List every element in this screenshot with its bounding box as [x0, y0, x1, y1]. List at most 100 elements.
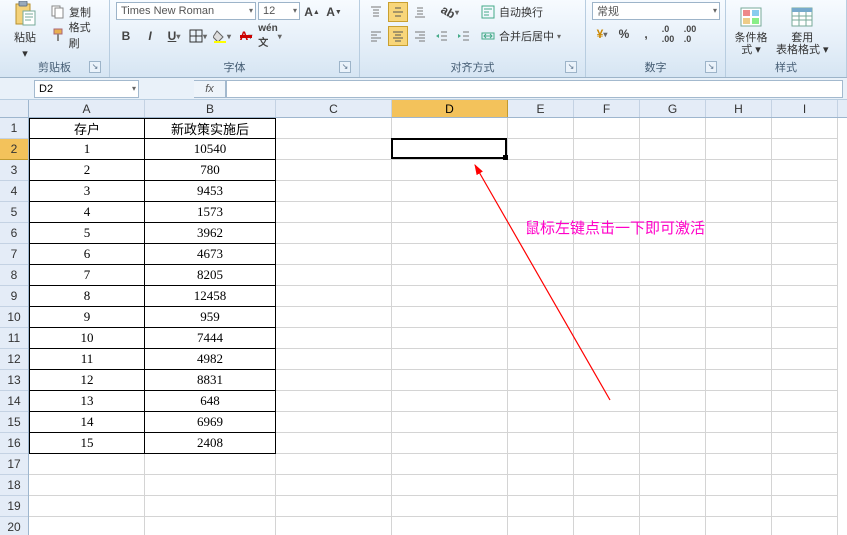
row-header-10[interactable]: 10 [0, 307, 28, 328]
cell[interactable] [574, 475, 640, 496]
cell[interactable] [392, 328, 508, 349]
cell[interactable]: 9 [29, 307, 145, 328]
cell[interactable] [508, 118, 574, 139]
decrease-indent-button[interactable] [432, 26, 452, 46]
cell[interactable] [640, 244, 706, 265]
cell[interactable] [706, 139, 772, 160]
cell[interactable] [772, 391, 838, 412]
wrap-text-button[interactable]: 自动换行 [478, 2, 563, 22]
cell[interactable] [706, 349, 772, 370]
cell[interactable] [508, 475, 574, 496]
cell[interactable]: 10540 [145, 139, 276, 160]
decrease-decimal-button[interactable]: .00.0 [680, 24, 700, 44]
cell[interactable]: 3962 [145, 223, 276, 244]
cell[interactable] [640, 118, 706, 139]
cell[interactable]: 6969 [145, 412, 276, 433]
cell[interactable] [772, 223, 838, 244]
row-header-17[interactable]: 17 [0, 454, 28, 475]
cell[interactable]: 7 [29, 265, 145, 286]
cell[interactable] [145, 454, 276, 475]
cell[interactable] [145, 517, 276, 535]
cell[interactable] [276, 118, 392, 139]
cell[interactable] [640, 517, 706, 535]
cell[interactable] [29, 475, 145, 496]
cell[interactable] [772, 433, 838, 454]
cell[interactable] [574, 370, 640, 391]
cell[interactable] [508, 160, 574, 181]
row-header-5[interactable]: 5 [0, 202, 28, 223]
cell[interactable] [640, 139, 706, 160]
cell[interactable] [706, 412, 772, 433]
cell[interactable] [706, 181, 772, 202]
dialog-launcher-icon[interactable]: ↘ [89, 61, 101, 73]
cell[interactable] [640, 160, 706, 181]
cell[interactable] [276, 202, 392, 223]
cell[interactable] [706, 517, 772, 535]
cell[interactable] [772, 160, 838, 181]
cell[interactable]: 13 [29, 391, 145, 412]
cell[interactable] [392, 391, 508, 412]
cell[interactable] [706, 370, 772, 391]
cell[interactable]: 存户 [29, 118, 145, 139]
cell[interactable] [392, 118, 508, 139]
cell[interactable] [772, 370, 838, 391]
cell[interactable] [508, 265, 574, 286]
cell[interactable] [392, 181, 508, 202]
cell[interactable] [574, 286, 640, 307]
cell[interactable] [706, 307, 772, 328]
increase-decimal-button[interactable]: .0.00 [658, 24, 678, 44]
cell[interactable] [145, 496, 276, 517]
cell[interactable] [706, 454, 772, 475]
font-name-combo[interactable]: Times New Roman ▾ [116, 2, 256, 20]
paste-button[interactable]: 粘贴 ▾ [6, 2, 44, 58]
row-header-20[interactable]: 20 [0, 517, 28, 535]
cell[interactable] [508, 454, 574, 475]
cell[interactable] [640, 412, 706, 433]
merge-center-button[interactable]: 合并后居中▾ [478, 26, 563, 46]
cell[interactable] [706, 265, 772, 286]
bold-button[interactable]: B [116, 26, 136, 46]
row-header-7[interactable]: 7 [0, 244, 28, 265]
cell[interactable] [276, 349, 392, 370]
cell[interactable] [508, 433, 574, 454]
comma-button[interactable]: , [636, 24, 656, 44]
percent-button[interactable]: % [614, 24, 634, 44]
cell[interactable] [29, 517, 145, 535]
cell[interactable] [392, 202, 508, 223]
cell[interactable]: 1 [29, 139, 145, 160]
row-header-2[interactable]: 2 [0, 139, 28, 160]
row-header-12[interactable]: 12 [0, 349, 28, 370]
cell[interactable] [574, 160, 640, 181]
cell[interactable] [276, 370, 392, 391]
fx-button[interactable]: fx [194, 80, 226, 98]
formula-input[interactable] [226, 80, 843, 98]
cell[interactable] [772, 328, 838, 349]
cell[interactable] [706, 391, 772, 412]
phonetic-button[interactable]: wén文▾ [260, 26, 280, 46]
cell[interactable] [574, 412, 640, 433]
underline-button[interactable]: U▾ [164, 26, 184, 46]
cell[interactable] [508, 412, 574, 433]
row-header-8[interactable]: 8 [0, 265, 28, 286]
cell[interactable]: 4673 [145, 244, 276, 265]
cell[interactable]: 5 [29, 223, 145, 244]
cell[interactable] [640, 265, 706, 286]
row-header-3[interactable]: 3 [0, 160, 28, 181]
cell[interactable] [276, 265, 392, 286]
cell[interactable]: 9453 [145, 181, 276, 202]
increase-indent-button[interactable] [454, 26, 474, 46]
row-header-13[interactable]: 13 [0, 370, 28, 391]
cell[interactable] [392, 517, 508, 535]
cell[interactable] [29, 496, 145, 517]
cell[interactable] [574, 496, 640, 517]
cell[interactable] [640, 475, 706, 496]
currency-button[interactable]: ¥▾ [592, 24, 612, 44]
cell[interactable] [772, 181, 838, 202]
cell[interactable]: 2 [29, 160, 145, 181]
row-header-14[interactable]: 14 [0, 391, 28, 412]
increase-font-button[interactable]: A▲ [302, 2, 322, 22]
cell[interactable] [276, 244, 392, 265]
cell[interactable] [276, 391, 392, 412]
fill-color-button[interactable]: ▾ [212, 26, 232, 46]
col-header-C[interactable]: C [276, 100, 392, 117]
